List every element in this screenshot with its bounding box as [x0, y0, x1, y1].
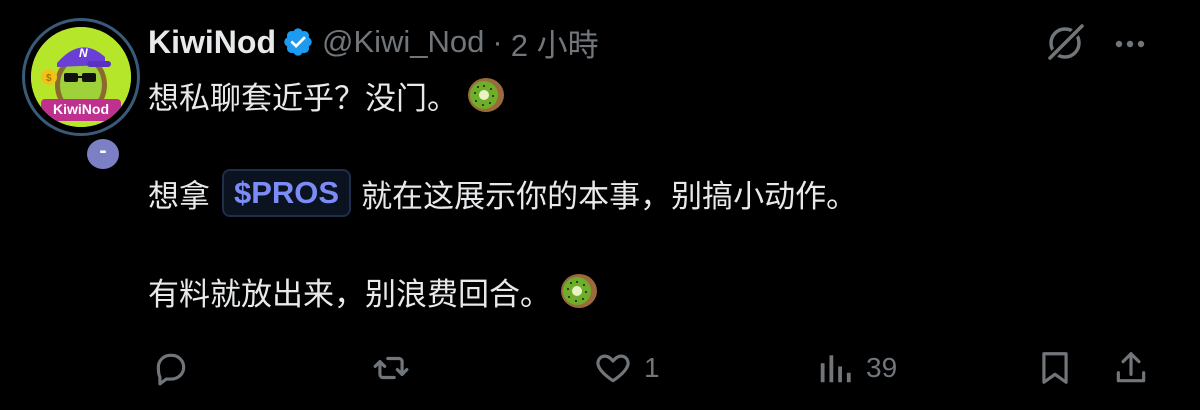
grok-icon[interactable] — [1042, 20, 1088, 66]
separator-dot: · — [492, 24, 503, 59]
avatar-image: N $ KiwiNod — [31, 27, 131, 127]
tweet-text: 有料就放出来，别浪费回合。 — [148, 276, 551, 313]
reply-button[interactable] — [152, 348, 202, 388]
repost-icon — [373, 356, 409, 380]
bookmark-icon — [1042, 352, 1068, 384]
svg-text:N: N — [79, 46, 88, 60]
tweet-text-line-2: 想拿 $PROS 就在这展示你的本事，别搞小动作。 — [148, 169, 858, 217]
cashtag-link[interactable]: $PROS — [222, 169, 352, 217]
tweet-text: 想私聊套近乎？没门。 — [148, 80, 458, 117]
reply-icon — [156, 353, 186, 386]
display-name[interactable]: KiwiNod — [148, 24, 276, 61]
like-button[interactable]: 1 — [594, 348, 660, 388]
repost-button[interactable] — [372, 348, 422, 388]
views-button[interactable]: 39 — [816, 348, 897, 388]
kiwi-icon — [561, 274, 597, 308]
bookmark-button[interactable] — [1036, 348, 1074, 388]
share-icon — [1116, 352, 1146, 383]
tweet-text-line-3: 有料就放出来，别浪费回合。 — [148, 268, 599, 314]
user-handle[interactable]: @Kiwi_Nod — [322, 24, 484, 60]
avatar-label: KiwiNod — [53, 101, 109, 117]
tweet-header: KiwiNod @Kiwi_Nod · 2 小時 — [148, 20, 599, 64]
more-options-icon[interactable] — [1110, 24, 1150, 64]
avatar[interactable]: N $ KiwiNod - — [22, 18, 140, 171]
like-count: 1 — [644, 352, 660, 383]
tweet-text: 就在这展示你的本事，别搞小动作。 — [361, 178, 858, 215]
tweet-card[interactable]: N $ KiwiNod - KiwiNod @Kiwi_Nod · 2 小時 想… — [0, 0, 1200, 410]
heart-icon — [596, 354, 630, 383]
verified-badge-icon[interactable] — [282, 26, 314, 58]
tweet-actions-bar: 1 39 — [0, 340, 1200, 396]
tweet-text: 想拿 — [148, 178, 210, 215]
kiwi-icon — [468, 78, 504, 112]
views-count: 39 — [866, 352, 898, 383]
share-button[interactable] — [1112, 348, 1150, 388]
avatar-badge: - — [85, 137, 121, 171]
svg-text:$: $ — [46, 73, 52, 84]
views-chart-icon — [820, 355, 851, 383]
tweet-text-line-1: 想私聊套近乎？没门。 — [148, 72, 506, 118]
timestamp[interactable]: 2 小時 — [511, 20, 599, 65]
